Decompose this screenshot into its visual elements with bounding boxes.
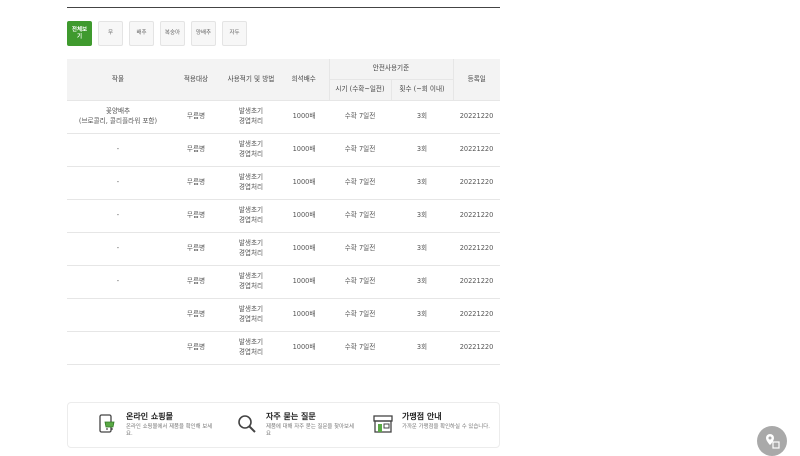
mobile-shop-icon — [99, 414, 115, 433]
tab-cabbage[interactable]: 배추 — [129, 21, 154, 46]
top-divider — [67, 7, 500, 8]
header-crop: 작물 — [67, 59, 169, 101]
cell-crop: - — [67, 133, 169, 167]
table-row: - 무름병 발생초기 경엽처리 1000배 수확 7일전 3회 20221220 — [67, 133, 500, 167]
cell-target: 무름병 — [169, 100, 223, 134]
store-desc: 가까운 가맹점을 확인하실 수 있습니다. — [402, 424, 490, 430]
cell-count: 3회 — [391, 331, 453, 365]
cell-timing: 수확 7일전 — [329, 166, 391, 200]
header-target: 적용대상 — [169, 59, 223, 101]
shop-desc: 온라인 쇼핑몰에서 제품을 확인해 보세요. — [126, 424, 213, 438]
store-icon — [373, 415, 393, 433]
floating-map-button[interactable] — [757, 426, 787, 456]
cell-dilution: 1000배 — [279, 298, 329, 332]
cell-target: 무름병 — [169, 133, 223, 167]
cell-method: 발생초기 경엽처리 — [223, 232, 279, 266]
cell-date: 20221220 — [453, 331, 500, 365]
cell-count: 3회 — [391, 166, 453, 200]
cell-crop: - — [67, 232, 169, 266]
cell-target: 무름병 — [169, 166, 223, 200]
cell-crop — [67, 331, 169, 365]
tab-peach[interactable]: 복숭아 — [160, 21, 185, 46]
tab-radish[interactable]: 무 — [98, 21, 123, 46]
cell-count: 3회 — [391, 133, 453, 167]
cell-count: 3회 — [391, 265, 453, 299]
cell-date: 20221220 — [453, 232, 500, 266]
table-row: - 무름병 발생초기 경엽처리 1000배 수확 7일전 3회 20221220 — [67, 232, 500, 266]
cell-target: 무름병 — [169, 265, 223, 299]
cell-dilution: 1000배 — [279, 265, 329, 299]
shop-link[interactable]: 온라인 쇼핑몰 온라인 쇼핑몰에서 제품을 확인해 보세요. — [96, 411, 214, 439]
store-link[interactable]: 가맹점 안내 가까운 가맹점을 확인하실 수 있습니다. — [372, 411, 490, 435]
store-title: 가맹점 안내 — [402, 412, 442, 421]
faq-title: 자주 묻는 질문 — [266, 412, 316, 421]
cell-method: 발생초기 경엽처리 — [223, 133, 279, 167]
table-row: - 무름병 발생초기 경엽처리 1000배 수확 7일전 3회 20221220 — [67, 199, 500, 233]
cell-date: 20221220 — [453, 265, 500, 299]
cell-date: 20221220 — [453, 100, 500, 134]
search-icon — [238, 415, 256, 433]
faq-link[interactable]: 자주 묻는 질문 제품에 대해 자주 묻는 질문을 찾아보세요 — [236, 411, 354, 439]
cell-timing: 수확 7일전 — [329, 331, 391, 365]
cell-timing: 수확 7일전 — [329, 100, 391, 134]
footer-links: 온라인 쇼핑몰 온라인 쇼핑몰에서 제품을 확인해 보세요. 자주 묻는 질문 … — [67, 402, 500, 448]
cell-method: 발생초기 경엽처리 — [223, 166, 279, 200]
header-method: 사용적기 및 방법 — [223, 59, 279, 101]
cell-method: 발생초기 경엽처리 — [223, 100, 279, 134]
usage-table: 작물 적용대상 사용적기 및 방법 희석배수 안전사용기준 등록일 시기 (수확… — [67, 59, 500, 365]
header-dilution: 희석배수 — [279, 59, 329, 101]
cell-count: 3회 — [391, 232, 453, 266]
cell-method: 발생초기 경엽처리 — [223, 199, 279, 233]
cell-dilution: 1000배 — [279, 166, 329, 200]
cell-crop: - — [67, 199, 169, 233]
cell-count: 3회 — [391, 298, 453, 332]
cell-date: 20221220 — [453, 199, 500, 233]
tab-all[interactable]: 전체보기 — [67, 21, 92, 46]
cell-timing: 수확 7일전 — [329, 133, 391, 167]
cell-date: 20221220 — [453, 298, 500, 332]
cell-dilution: 1000배 — [279, 331, 329, 365]
cell-method: 발생초기 경엽처리 — [223, 331, 279, 365]
cell-count: 3회 — [391, 100, 453, 134]
cell-timing: 수확 7일전 — [329, 298, 391, 332]
cell-target: 무름병 — [169, 199, 223, 233]
cell-timing: 수확 7일전 — [329, 199, 391, 233]
tab-cabbage-head[interactable]: 양배추 — [191, 21, 216, 46]
header-timing: 시기 (수확~일전) — [328, 79, 391, 101]
shop-title: 온라인 쇼핑몰 — [126, 412, 173, 421]
cell-dilution: 1000배 — [279, 199, 329, 233]
header-count: 횟수 (~회 이내) — [390, 79, 453, 101]
header-date: 등록일 — [452, 59, 500, 101]
cell-crop: - — [67, 265, 169, 299]
table-row: 꽃양배추 (브로콜리, 콜리플라워 포함) 무름병 발생초기 경엽처리 1000배 수확 7… — [67, 100, 500, 134]
cell-crop: 꽃양배추 (브로콜리, 콜리플라워 포함) — [67, 100, 169, 134]
cell-date: 20221220 — [453, 133, 500, 167]
table-row: 무름병 발생초기 경엽처리 1000배 수확 7일전 3회 20221220 — [67, 331, 500, 365]
cell-crop — [67, 298, 169, 332]
crop-filter-tabs: 전체보기 무 배추 복숭아 양배추 자두 — [67, 21, 247, 46]
faq-desc: 제품에 대해 자주 묻는 질문을 찾아보세요 — [266, 424, 354, 438]
cell-dilution: 1000배 — [279, 133, 329, 167]
table-row: - 무름병 발생초기 경엽처리 1000배 수확 7일전 3회 20221220 — [67, 265, 500, 299]
tab-plum[interactable]: 자두 — [222, 21, 247, 46]
cell-method: 발생초기 경엽처리 — [223, 265, 279, 299]
cell-timing: 수확 7일전 — [329, 232, 391, 266]
cell-date: 20221220 — [453, 166, 500, 200]
map-pin-icon — [766, 434, 780, 449]
cell-dilution: 1000배 — [279, 100, 329, 134]
cell-target: 무름병 — [169, 331, 223, 365]
cell-target: 무름병 — [169, 298, 223, 332]
cell-timing: 수확 7일전 — [329, 265, 391, 299]
cell-count: 3회 — [391, 199, 453, 233]
table-row: - 무름병 발생초기 경엽처리 1000배 수확 7일전 3회 20221220 — [67, 166, 500, 200]
header-safety: 안전사용기준 — [328, 59, 453, 80]
table-row: 무름병 발생초기 경엽처리 1000배 수확 7일전 3회 20221220 — [67, 298, 500, 332]
cell-crop: - — [67, 166, 169, 200]
cell-method: 발생초기 경엽처리 — [223, 298, 279, 332]
cell-dilution: 1000배 — [279, 232, 329, 266]
cell-target: 무름병 — [169, 232, 223, 266]
